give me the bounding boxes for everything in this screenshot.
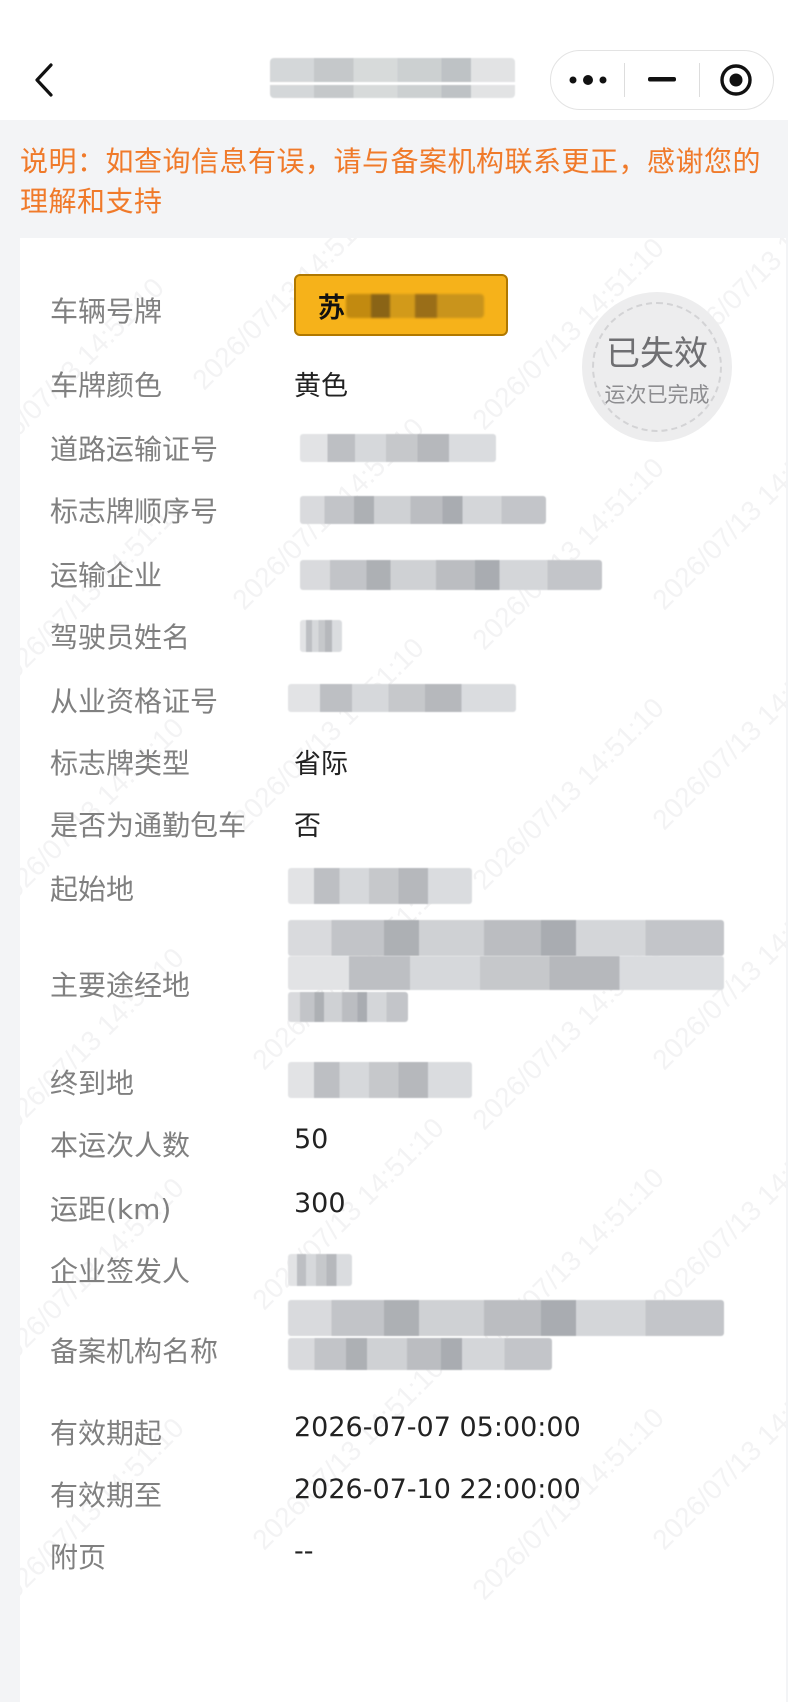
watermark-text: 2026/07/13 14:51:10 — [646, 631, 786, 836]
notice-text: 说明：如查询信息有误，请与备案机构联系更正，感谢您的理解和支持 — [20, 145, 762, 218]
field-value-redacted — [288, 1254, 352, 1286]
field-value-redacted — [288, 684, 516, 712]
field-value: 50 — [294, 1124, 329, 1155]
field-value-redacted — [288, 1062, 472, 1098]
page-title-redacted — [270, 58, 515, 98]
field-value-redacted — [288, 920, 724, 956]
field-value-redacted — [300, 560, 602, 590]
field-label: 标志牌类型 — [50, 747, 191, 780]
minimize-button[interactable] — [625, 51, 698, 109]
watermark-text: 2026/07/13 14:51:10 — [466, 451, 670, 656]
watermark-text: 2026/07/13 14:51:10 — [226, 631, 430, 836]
field-label: 是否为通勤包车 — [50, 809, 247, 842]
close-button[interactable] — [700, 51, 773, 109]
watermark-text: 2026/07/13 14:51:10 — [646, 1111, 786, 1316]
field-label: 有效期至 — [50, 1479, 163, 1512]
field-value: 省际 — [294, 749, 348, 780]
field-label: 起始地 — [50, 873, 135, 906]
field-value: -- — [294, 1536, 314, 1567]
field-label: 车辆号牌 — [50, 295, 163, 328]
field-label: 从业资格证号 — [50, 685, 219, 718]
field-label: 运距(km) — [50, 1193, 172, 1226]
more-dots-icon — [569, 75, 607, 85]
stamp-status: 已失效 — [606, 333, 708, 374]
miniprogram-capsule — [550, 50, 774, 110]
plate-number-redacted — [346, 294, 484, 318]
field-value-redacted — [300, 434, 496, 462]
field-value-redacted — [300, 496, 546, 524]
field-value: 否 — [294, 811, 321, 842]
more-button[interactable] — [551, 51, 624, 109]
field-label: 驾驶员姓名 — [50, 621, 191, 654]
field-value-redacted — [288, 956, 724, 990]
field-value-redacted — [288, 868, 472, 904]
field-value: 2026-07-10 22:00:00 — [294, 1474, 581, 1505]
chevron-left-icon — [35, 63, 53, 97]
field-label: 车牌颜色 — [50, 369, 163, 402]
status-stamp: 已失效 运次已完成 — [582, 292, 732, 442]
field-label: 附页 — [50, 1541, 107, 1574]
info-card: 2026/07/13 14:51:10 2026/07/13 14:51:10 … — [20, 238, 786, 1702]
nav-header — [0, 0, 788, 120]
field-label: 运输企业 — [50, 559, 163, 592]
field-value-redacted — [288, 1338, 552, 1370]
watermark-text: 2026/07/13 14:51:10 — [466, 691, 670, 896]
minimize-icon — [647, 77, 676, 82]
field-label: 终到地 — [50, 1067, 135, 1100]
license-plate: 苏 — [294, 274, 508, 336]
field-label: 主要途经地 — [50, 969, 191, 1002]
field-label: 本运次人数 — [50, 1129, 191, 1162]
field-label: 有效期起 — [50, 1417, 163, 1450]
watermark-text: 2026/07/13 14:51:10 — [646, 1351, 786, 1556]
field-label: 道路运输证号 — [50, 433, 219, 466]
watermark-text: 2026/07/13 14:51:10 — [646, 411, 786, 616]
field-value-redacted — [288, 1300, 724, 1336]
field-label: 企业签发人 — [50, 1255, 191, 1288]
watermark-text: 2026/07/13 14:51:10 — [246, 1351, 450, 1556]
stamp-substatus: 运次已完成 — [604, 382, 710, 407]
field-value: 黄色 — [294, 371, 348, 402]
field-value: 2026-07-07 05:00:00 — [294, 1412, 581, 1443]
target-circle-icon — [720, 64, 753, 96]
field-value-redacted — [288, 992, 408, 1022]
plate-prefix: 苏 — [318, 292, 345, 324]
field-label: 备案机构名称 — [50, 1335, 219, 1368]
field-value: 300 — [294, 1188, 346, 1219]
field-label: 标志牌顺序号 — [50, 495, 219, 528]
field-value-redacted — [300, 620, 342, 652]
back-button[interactable] — [24, 56, 64, 104]
